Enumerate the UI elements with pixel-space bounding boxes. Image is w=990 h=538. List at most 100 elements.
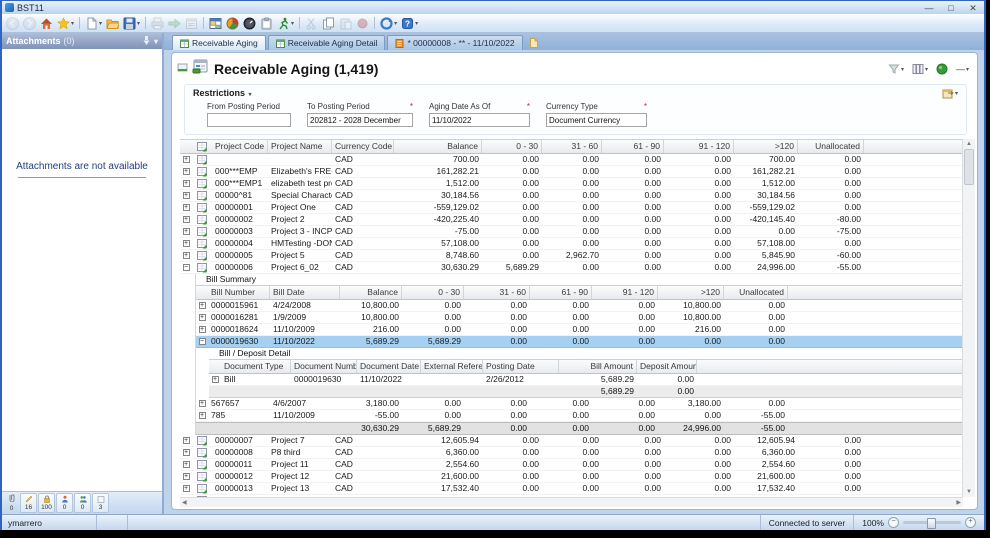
- scrollbar-thumb[interactable]: [964, 149, 974, 185]
- tab-receivable-aging[interactable]: Receivable Aging: [172, 35, 266, 50]
- project-row[interactable]: +00000001Project OneCAD-559,129.020.000.…: [180, 202, 963, 214]
- expand-icon[interactable]: +: [196, 410, 208, 421]
- expand-icon[interactable]: +: [196, 300, 208, 311]
- document-row[interactable]: +Bill000001963011/10/20222/26/20125,689.…: [209, 374, 963, 386]
- people-counter-button[interactable]: 0: [74, 493, 91, 513]
- export-button[interactable]: ▾: [942, 88, 958, 99]
- horizontal-scrollbar[interactable]: ◀▶: [180, 497, 963, 507]
- zoom-in-button[interactable]: +: [965, 517, 976, 528]
- expand-icon[interactable]: +: [180, 459, 192, 470]
- scroll-up-icon[interactable]: ▲: [966, 139, 972, 149]
- expand-icon[interactable]: +: [180, 483, 192, 494]
- collapse-icon[interactable]: −: [180, 262, 192, 273]
- header-cell[interactable]: 91 - 120: [664, 140, 734, 153]
- expand-icon[interactable]: +: [180, 190, 192, 201]
- paste-button[interactable]: [337, 15, 354, 31]
- zoom-slider[interactable]: [903, 521, 961, 524]
- expand-icon[interactable]: +: [180, 250, 192, 261]
- header-cell[interactable]: Balance: [394, 140, 482, 153]
- header-cell[interactable]: 0 - 30: [402, 286, 464, 299]
- expand-icon[interactable]: +: [180, 154, 192, 165]
- header-cell[interactable]: Deposit Amount: [637, 360, 697, 373]
- chart-button[interactable]: [224, 15, 241, 31]
- box-counter-button[interactable]: 3: [92, 493, 109, 513]
- project-row[interactable]: +00000^81Special Character Pr...CAD30,18…: [180, 190, 963, 202]
- bill-row[interactable]: −000001963011/10/20225,689.295,689.290.0…: [196, 336, 963, 348]
- collapse-panel-button[interactable]: —▾: [956, 64, 969, 74]
- scroll-left-icon[interactable]: ◀: [182, 499, 187, 506]
- bill-summary-header-row[interactable]: Bill NumberBill DateBalance0 - 3031 - 60…: [196, 285, 963, 300]
- expand-icon[interactable]: +: [180, 214, 192, 225]
- favorites-button[interactable]: ▾: [55, 15, 76, 31]
- grid-header-row[interactable]: Project CodeProject NameCurrency CodeBal…: [180, 139, 963, 154]
- status-indicator-icon[interactable]: [936, 63, 948, 75]
- header-cell[interactable]: Document Type: [221, 360, 291, 373]
- expand-icon[interactable]: +: [180, 178, 192, 189]
- refresh-button[interactable]: ▾: [378, 15, 399, 31]
- expand-icon[interactable]: +: [180, 238, 192, 249]
- expand-icon[interactable]: +: [180, 226, 192, 237]
- header-cell[interactable]: Project Code: [212, 140, 268, 153]
- gauge-button[interactable]: [241, 15, 258, 31]
- vertical-scrollbar[interactable]: ▲▼: [962, 139, 975, 497]
- header-cell[interactable]: Bill Amount: [559, 360, 637, 373]
- header-cell[interactable]: >120: [734, 140, 798, 153]
- header-cell[interactable]: 91 - 120: [592, 286, 658, 299]
- close-button[interactable]: ✕: [962, 2, 984, 14]
- run-button[interactable]: ▾: [275, 15, 296, 31]
- scroll-right-icon[interactable]: ▶: [956, 499, 961, 506]
- project-row[interactable]: +00000012Project 12CAD21,600.000.000.000…: [180, 471, 963, 483]
- bill-row[interactable]: +5676574/6/20073,180.000.000.000.000.003…: [196, 398, 963, 410]
- header-cell[interactable]: Currency Code: [332, 140, 394, 153]
- project-row[interactable]: +00000007Project 7CAD12,605.940.000.000.…: [180, 435, 963, 447]
- expand-icon[interactable]: +: [209, 374, 221, 385]
- restrictions-label[interactable]: Restrictions ▾: [193, 88, 958, 98]
- expand-icon[interactable]: +: [196, 324, 208, 335]
- project-row[interactable]: +00000005Project 5CAD8,748.600.002,962.7…: [180, 250, 963, 262]
- header-cell[interactable]: Document Number: [291, 360, 357, 373]
- collapse-icon[interactable]: −: [196, 336, 208, 347]
- panel-menu-caret-icon[interactable]: ▾: [154, 37, 158, 46]
- schedule-button[interactable]: [183, 15, 200, 31]
- header-cell[interactable]: Unallocated: [798, 140, 864, 153]
- header-cell[interactable]: Balance: [340, 286, 402, 299]
- aging-date-as-of-input[interactable]: [429, 113, 530, 127]
- header-cell[interactable]: Unallocated: [724, 286, 788, 299]
- person-counter-button[interactable]: 0: [56, 493, 73, 513]
- help-button[interactable]: ?▾: [399, 15, 420, 31]
- currency-type-input[interactable]: [546, 113, 647, 127]
- header-cell[interactable]: Bill Number: [208, 286, 270, 299]
- print-button[interactable]: [149, 15, 166, 31]
- expand-icon[interactable]: +: [180, 202, 192, 213]
- lock-counter-button[interactable]: 100: [38, 493, 55, 513]
- bill-row[interactable]: +000001862411/10/2009216.000.000.000.000…: [196, 324, 963, 336]
- expand-icon[interactable]: +: [180, 166, 192, 177]
- new-tab-button[interactable]: [525, 36, 542, 50]
- expand-icon[interactable]: +: [180, 471, 192, 482]
- bill-row[interactable]: +78511/10/2009-55.000.000.000.000.000.00…: [196, 410, 963, 422]
- header-cell[interactable]: Document Date: [357, 360, 421, 373]
- zoom-slider-thumb[interactable]: [927, 518, 936, 529]
- send-button[interactable]: [166, 15, 183, 31]
- detail-total-row[interactable]: 5,689.290.00: [209, 386, 963, 398]
- bill-row[interactable]: +00000162811/9/200910,800.000.000.000.00…: [196, 312, 963, 324]
- project-row[interactable]: +CAD700.000.000.000.000.00700.000.00: [180, 154, 963, 166]
- table-view-button[interactable]: [207, 15, 224, 31]
- save-button[interactable]: ▾: [121, 15, 142, 31]
- project-row[interactable]: +00000011Project 11CAD2,554.600.000.000.…: [180, 459, 963, 471]
- bill-row[interactable]: +00000159614/24/200810,800.000.000.000.0…: [196, 300, 963, 312]
- bill-summary-total-row[interactable]: 30,630.295,689.290.000.000.0024,996.00-5…: [196, 422, 963, 435]
- filter-button[interactable]: ▾: [888, 63, 904, 75]
- pencil-counter-button[interactable]: 16: [20, 493, 37, 513]
- back-button[interactable]: [4, 15, 21, 31]
- expand-icon[interactable]: +: [196, 398, 208, 409]
- home-button[interactable]: [38, 15, 55, 31]
- attachments-panel-header[interactable]: Attachments (0) ▾: [2, 33, 162, 49]
- header-cell[interactable]: 31 - 60: [542, 140, 602, 153]
- project-row[interactable]: −00000006Project 6_02CAD30,630.295,689.2…: [180, 262, 963, 274]
- tab-document[interactable]: * 00000008 - ** - 11/10/2022: [387, 35, 522, 50]
- record-button[interactable]: [354, 15, 371, 31]
- pin-icon[interactable]: [143, 36, 150, 47]
- new-document-button[interactable]: ▾: [83, 15, 104, 31]
- detail-header-row[interactable]: Document TypeDocument NumberDocument Dat…: [209, 359, 963, 374]
